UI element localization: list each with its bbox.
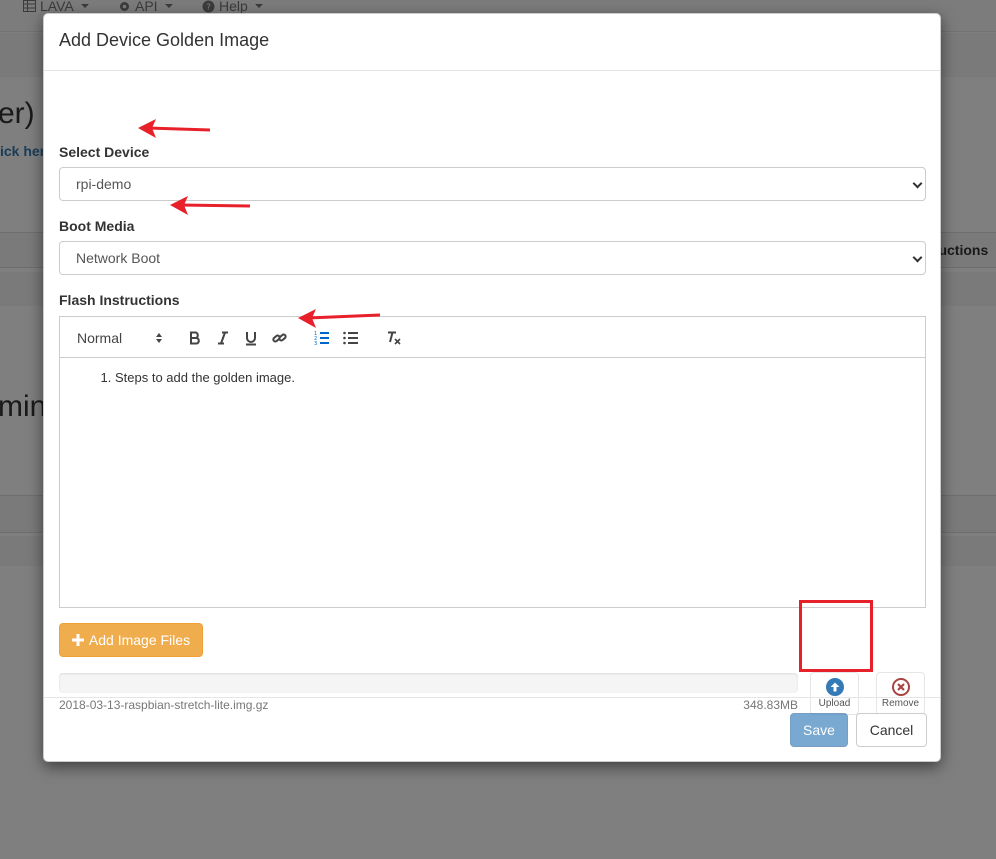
bold-button[interactable] [186, 328, 204, 348]
up-down-icon [156, 333, 162, 343]
instruction-item: Steps to add the golden image. [115, 370, 910, 385]
link-button[interactable] [270, 328, 288, 348]
annotation-arrow-icon [138, 119, 211, 138]
bold-icon [190, 331, 200, 345]
bullet-list-icon [342, 331, 358, 345]
add-image-files-button[interactable]: Add Image Files [59, 623, 203, 657]
svg-text:3: 3 [314, 341, 317, 345]
boot-media-dropdown[interactable]: Network Boot [59, 241, 926, 275]
bullet-list-button[interactable] [341, 328, 359, 348]
underline-button[interactable] [242, 328, 260, 348]
plus-icon [71, 634, 84, 646]
select-device-value: rpi-demo [76, 176, 132, 192]
chevron-down-icon [912, 178, 923, 189]
italic-button[interactable] [214, 328, 232, 348]
underline-icon [246, 331, 256, 345]
annotation-arrow-icon [170, 196, 251, 215]
select-device-label: Select Device [59, 144, 150, 160]
link-icon [271, 333, 287, 343]
add-image-files-label: Add Image Files [88, 632, 191, 648]
upload-progress-bar [59, 673, 798, 693]
remove-circle-icon [891, 678, 910, 696]
modal-footer: Save Cancel [44, 697, 940, 761]
annotation-arrow-icon [298, 309, 381, 328]
flash-instructions-editor: Normal 123 1. Steps to add the golden im… [59, 316, 926, 608]
format-picker[interactable]: Normal [77, 328, 163, 348]
arrow-up-circle-icon [825, 678, 844, 696]
annotation-highlight-box [799, 600, 873, 672]
clear-format-icon [387, 331, 401, 345]
modal-title: Add Device Golden Image [59, 30, 270, 50]
save-button[interactable]: Save [790, 713, 848, 747]
cancel-button[interactable]: Cancel [856, 713, 927, 747]
editor-content-area[interactable]: Steps to add the golden image. [60, 358, 925, 397]
chevron-down-icon [912, 252, 923, 263]
format-picker-value: Normal [77, 330, 123, 346]
modal-header: Add Device Golden Image [44, 14, 940, 71]
flash-instructions-label: Flash Instructions [59, 292, 180, 308]
ordered-list-button[interactable]: 123 [312, 328, 330, 348]
ordered-list-icon: 123 [314, 331, 329, 345]
editor-toolbar: Normal 123 [60, 317, 925, 358]
boot-media-label: Boot Media [59, 218, 135, 234]
instructions-list: Steps to add the golden image. [75, 370, 910, 385]
italic-icon [218, 331, 228, 345]
clear-format-button[interactable] [384, 328, 402, 348]
boot-media-value: Network Boot [76, 250, 161, 266]
